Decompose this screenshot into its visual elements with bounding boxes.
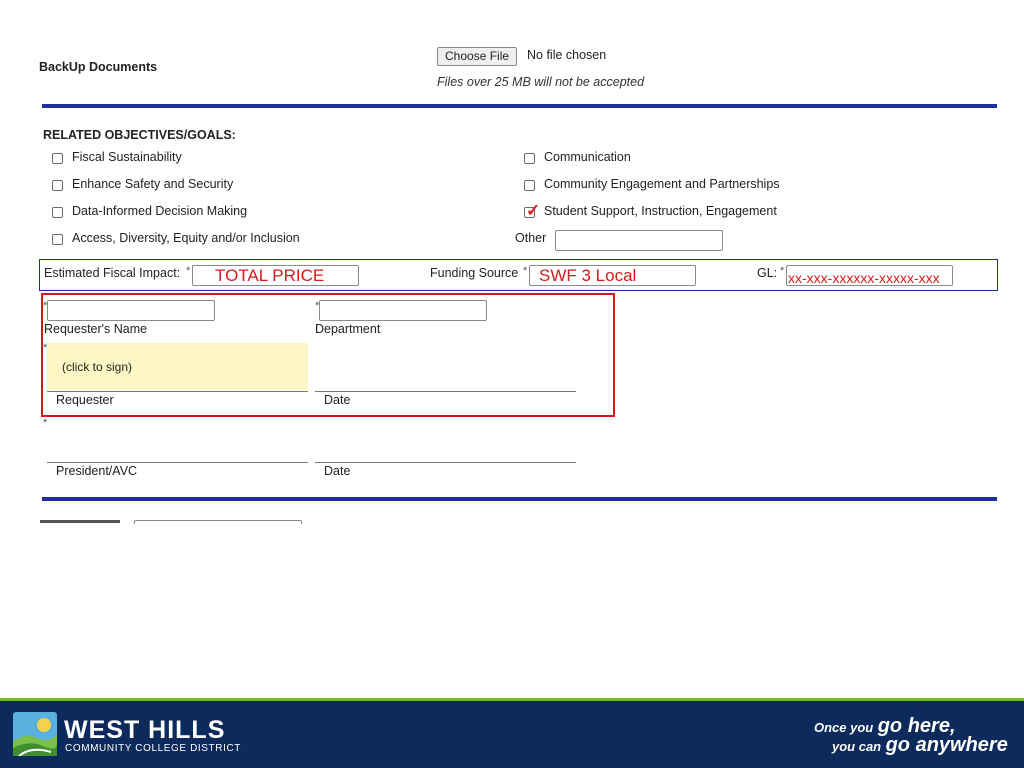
requester-date-label: Date (324, 393, 351, 407)
section-divider-bottom (42, 497, 997, 501)
funding-source-value: SWF 3 Local (539, 266, 637, 285)
backup-documents-label: BackUp Documents (39, 60, 158, 74)
checkmark-icon: ✓ (526, 201, 541, 220)
brand-subtitle: COMMUNITY COLLEGE DISTRICT (65, 743, 241, 754)
president-date-label: Date (324, 464, 351, 478)
gl-value: xx-xxx-xxxxxx-xxxxx-xxx (788, 270, 940, 286)
president-avc-label: President/AVC (56, 464, 138, 478)
estimated-fiscal-impact-label: Estimated Fiscal Impact: (44, 266, 181, 280)
gl-label: GL: (757, 266, 778, 280)
west-hills-logo-icon (13, 712, 57, 757)
objective-label: Access, Diversity, Equity and/or Inclusi… (72, 231, 300, 245)
objective-label: Fiscal Sustainability (72, 150, 182, 164)
required-marker: * (523, 265, 528, 277)
checkbox-communication[interactable] (524, 153, 535, 164)
objective-label: Student Support, Instruction, Engagement (544, 204, 777, 218)
requester-date-line (315, 391, 576, 392)
requester-label: Requester (56, 393, 114, 407)
tagline-small-1: Once you (814, 720, 874, 735)
no-file-chosen-text: No file chosen (527, 48, 607, 62)
checkbox-access-diversity[interactable] (52, 234, 63, 245)
section-divider-top (42, 104, 997, 108)
other-label: Other (515, 231, 547, 245)
requester-name-label: Requester's Name (44, 322, 148, 336)
checkbox-enhance-safety[interactable] (52, 180, 63, 191)
objective-label: Community Engagement and Partnerships (544, 177, 780, 191)
objective-label: Enhance Safety and Security (72, 177, 234, 191)
brand-name: WEST HILLS (64, 716, 226, 744)
funding-source-label: Funding Source (430, 266, 519, 280)
required-marker: * (43, 417, 48, 429)
president-signature-line (47, 462, 308, 463)
department-input[interactable] (319, 300, 487, 321)
president-date-line (315, 462, 576, 463)
checkbox-data-informed[interactable] (52, 207, 63, 218)
other-input[interactable] (555, 230, 723, 251)
required-marker: * (186, 265, 191, 277)
fiscal-impact-value: TOTAL PRICE (215, 266, 325, 285)
tagline-large-2: go anywhere (885, 734, 1008, 756)
checkbox-fiscal-sustainability[interactable] (52, 153, 63, 164)
objectives-heading: RELATED OBJECTIVES/GOALS: (43, 128, 236, 142)
requester-signature-line (47, 391, 308, 392)
click-to-sign-prompt: (click to sign) (62, 360, 133, 374)
objective-label: Communication (544, 150, 631, 164)
clipped-label-fragment (40, 520, 120, 523)
footer-bar: WEST HILLS COMMUNITY COLLEGE DISTRICT On… (0, 698, 1024, 768)
objective-label: Data-Informed Decision Making (72, 204, 248, 218)
clipped-input-fragment (134, 520, 302, 524)
checkbox-community-engagement[interactable] (524, 180, 535, 191)
required-marker: * (780, 265, 785, 277)
tagline-small-2: you can (832, 739, 882, 754)
signature-pad[interactable]: (click to sign) (47, 343, 308, 390)
choose-file-button[interactable]: Choose File (437, 47, 518, 66)
clipped-next-row (40, 514, 310, 524)
tagline-line-2: you can go anywhere (832, 734, 1008, 757)
requester-name-input[interactable] (47, 300, 215, 321)
department-label: Department (315, 322, 381, 336)
file-size-note: Files over 25 MB will not be accepted (437, 75, 645, 89)
